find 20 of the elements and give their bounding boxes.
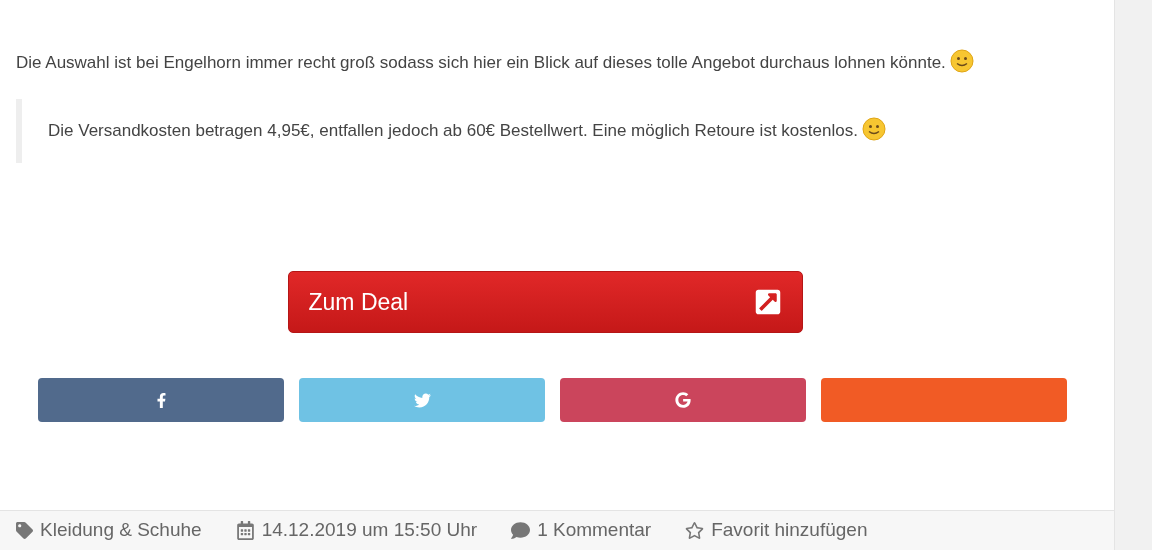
meta-text[interactable]: Favorit hinzufügen	[711, 516, 868, 545]
meta-text: 14.12.2019 um 15:50 Uhr	[261, 518, 478, 543]
star-icon	[685, 521, 705, 540]
tag-icon	[16, 522, 33, 539]
share-button[interactable]	[38, 378, 284, 422]
quote-text: Die Versandkosten betragen 4,95€, entfallen jedoch ab 60€ Bestellwert. Eine möglich Retoure ist kostenlos.	[48, 115, 1098, 147]
external-link-icon	[753, 288, 782, 316]
meta-text[interactable]: 1 Kommentar	[537, 516, 652, 545]
smiley-icon	[949, 49, 974, 73]
share-button[interactable]	[821, 378, 1067, 422]
smiley-icon	[861, 117, 886, 141]
paragraph: Die Auswahl ist bei Engelhorn immer recht groß sodass sich hier ein Blick auf dieses tolle Angebot durchaus lohnen könnte.	[16, 47, 1086, 79]
meta-text[interactable]: Kleidung & Schuhe	[40, 516, 202, 545]
bird-icon	[413, 391, 431, 409]
google-icon	[675, 392, 691, 408]
share-button[interactable]	[560, 378, 806, 422]
calendar-icon	[235, 521, 255, 540]
share-button[interactable]	[299, 378, 545, 422]
deal-button[interactable]: Zum Deal	[287, 271, 803, 333]
speech-bubble-icon	[511, 521, 531, 540]
